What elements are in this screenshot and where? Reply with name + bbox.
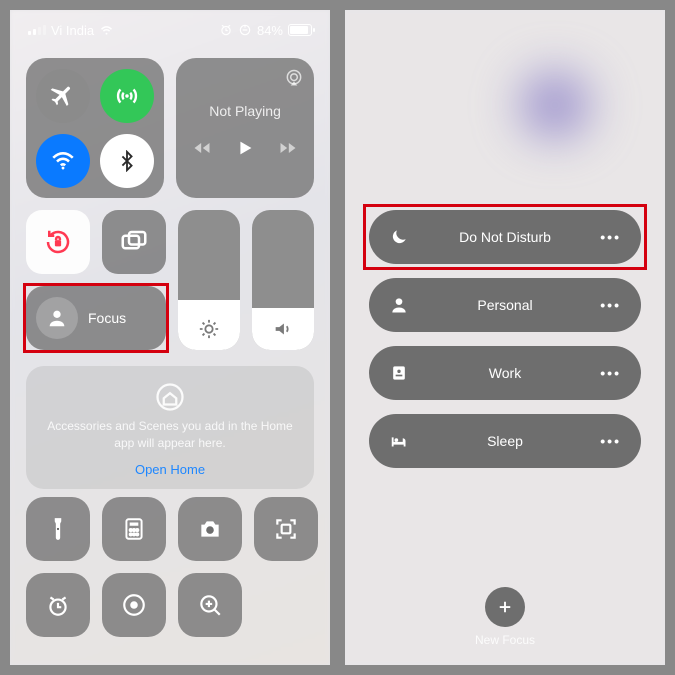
battery-icon <box>288 24 312 36</box>
focus-mode-sleep[interactable]: Sleep ••• <box>369 414 641 468</box>
flashlight-button[interactable] <box>26 497 90 561</box>
screen-mirroring-button[interactable] <box>102 210 166 274</box>
focus-mode-label: Do Not Disturb <box>369 229 641 245</box>
play-icon[interactable] <box>234 137 256 159</box>
carrier-label: Vi India <box>51 23 94 38</box>
connectivity-tile[interactable] <box>26 58 164 198</box>
qr-scanner-button[interactable] <box>254 497 318 561</box>
orientation-status-icon <box>238 23 252 37</box>
new-focus-label: New Focus <box>475 633 535 647</box>
home-text: Accessories and Scenes you add in the Ho… <box>44 418 296 452</box>
orientation-lock-button[interactable] <box>26 210 90 274</box>
media-tile[interactable]: Not Playing <box>176 58 314 198</box>
focus-mode-dnd[interactable]: Do Not Disturb ••• <box>369 210 641 264</box>
home-card[interactable]: Accessories and Scenes you add in the Ho… <box>26 366 314 489</box>
focus-button[interactable]: Focus <box>26 286 166 350</box>
airplane-mode-button[interactable] <box>36 69 90 123</box>
rewind-icon[interactable] <box>192 138 212 158</box>
timer-button[interactable] <box>26 573 90 637</box>
cellular-signal-icon <box>28 25 46 35</box>
calculator-button[interactable] <box>102 497 166 561</box>
magnifier-button[interactable] <box>178 573 242 637</box>
record-button[interactable] <box>102 573 166 637</box>
focus-label: Focus <box>88 310 126 326</box>
brightness-slider[interactable] <box>178 210 240 350</box>
focus-mode-personal[interactable]: Personal ••• <box>369 278 641 332</box>
battery-percent: 84% <box>257 23 283 38</box>
bluetooth-button[interactable] <box>100 134 154 188</box>
new-focus-button[interactable]: New Focus <box>345 587 665 647</box>
focus-mode-label: Sleep <box>369 433 641 449</box>
cellular-data-button[interactable] <box>100 69 154 123</box>
open-home-link[interactable]: Open Home <box>44 462 296 477</box>
media-title: Not Playing <box>209 103 281 119</box>
focus-mode-label: Personal <box>369 297 641 313</box>
wifi-button[interactable] <box>36 134 90 188</box>
focus-mode-work[interactable]: Work ••• <box>369 346 641 400</box>
status-bar: Vi India 84% <box>10 10 330 50</box>
focus-mode-label: Work <box>369 365 641 381</box>
volume-slider[interactable] <box>252 210 314 350</box>
wifi-status-icon <box>99 23 114 38</box>
forward-icon[interactable] <box>278 138 298 158</box>
camera-button[interactable] <box>178 497 242 561</box>
plus-icon <box>485 587 525 627</box>
airplay-icon[interactable] <box>284 68 304 88</box>
brightness-icon <box>178 318 240 340</box>
home-icon <box>155 382 185 412</box>
volume-icon <box>252 318 314 340</box>
alarm-status-icon <box>219 23 233 37</box>
focus-person-icon <box>36 297 78 339</box>
